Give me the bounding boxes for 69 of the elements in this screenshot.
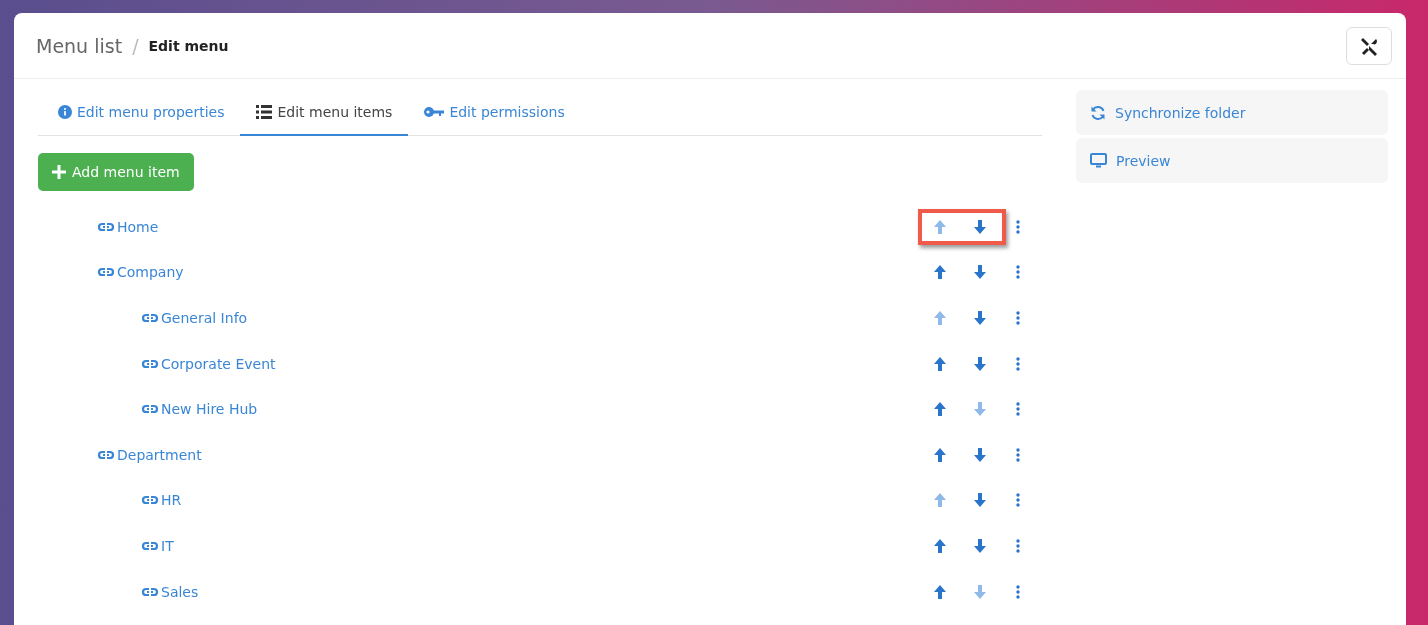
arrow-up-icon (934, 538, 946, 553)
kebab-icon (1016, 493, 1020, 508)
arrow-down-icon (974, 265, 986, 280)
arrow-down-icon (974, 219, 986, 234)
menu-item-label: Department (117, 446, 202, 463)
arrow-up-icon (934, 402, 946, 417)
arrow-down-icon (974, 311, 986, 325)
kebab-icon (1016, 402, 1020, 417)
synchronize-button[interactable]: Synchronize folder (1076, 90, 1388, 135)
link-icon (98, 449, 114, 460)
arrow-up-icon (934, 219, 946, 234)
key-icon (424, 107, 445, 117)
link-icon (142, 358, 158, 369)
breadcrumb-separator: / (132, 34, 139, 57)
info-icon (58, 105, 72, 119)
arrow-up-icon (934, 311, 946, 325)
page-title: Edit menu (148, 37, 229, 54)
link-icon (142, 495, 158, 506)
menu-item-link[interactable]: HR (142, 492, 182, 509)
tools-icon (1359, 35, 1379, 56)
preview-button[interactable]: Preview (1076, 138, 1388, 183)
link-icon (142, 313, 158, 323)
menu-item-link[interactable]: IT (142, 537, 174, 554)
tab[interactable]: Edit menu items (240, 90, 409, 136)
menu-item-link[interactable]: General Info (142, 310, 248, 326)
arrow-up-icon (934, 493, 946, 508)
kebab-icon (1016, 584, 1020, 599)
tab[interactable]: Edit permissions (408, 90, 581, 136)
kebab-icon (1016, 447, 1020, 462)
arrow-down-icon (974, 584, 986, 599)
plus-icon (52, 165, 66, 179)
list-icon (256, 105, 273, 119)
arrow-down-icon (974, 538, 986, 553)
sync-icon (1090, 104, 1106, 121)
arrow-down-icon (974, 447, 986, 462)
link-icon (98, 221, 114, 232)
menu-item-link[interactable]: Sales (142, 583, 199, 600)
add-menu-item-button[interactable]: Add menu item (38, 153, 194, 191)
arrow-up-icon (934, 356, 946, 371)
kebab-icon (1016, 538, 1020, 553)
menu-item-link[interactable]: Department (98, 446, 202, 463)
kebab-icon (1016, 311, 1020, 325)
menu-item-label: IT (161, 537, 174, 554)
breadcrumb-link[interactable]: Menu list (36, 34, 123, 57)
kebab-icon (1016, 356, 1020, 371)
menu-item-label: New Hire Hub (161, 401, 258, 418)
menu-item-label: Home (117, 218, 159, 235)
kebab-icon (1016, 265, 1020, 280)
menu-item-label: HR (161, 492, 182, 509)
menu-item-link[interactable]: Home (98, 218, 159, 235)
menu-item-label: Sales (161, 583, 199, 600)
link-icon (142, 540, 158, 551)
arrow-up-icon (934, 265, 946, 280)
tools-button[interactable] (1346, 26, 1392, 65)
menu-item-link[interactable]: New Hire Hub (142, 401, 258, 418)
menu-item-label: Company (117, 264, 184, 281)
link-icon (98, 267, 114, 278)
menu-item-label: General Info (161, 310, 248, 326)
arrow-down-icon (974, 402, 986, 417)
arrow-down-icon (974, 356, 986, 371)
monitor-icon (1090, 152, 1107, 169)
arrow-up-icon (934, 447, 946, 462)
arrow-up-icon (934, 584, 946, 599)
tab[interactable]: Edit menu properties (42, 90, 241, 136)
link-icon (142, 586, 158, 597)
link-icon (142, 404, 158, 415)
kebab-icon (1016, 219, 1020, 234)
menu-item-link[interactable]: Company (98, 264, 184, 281)
arrow-down-icon (974, 493, 986, 508)
